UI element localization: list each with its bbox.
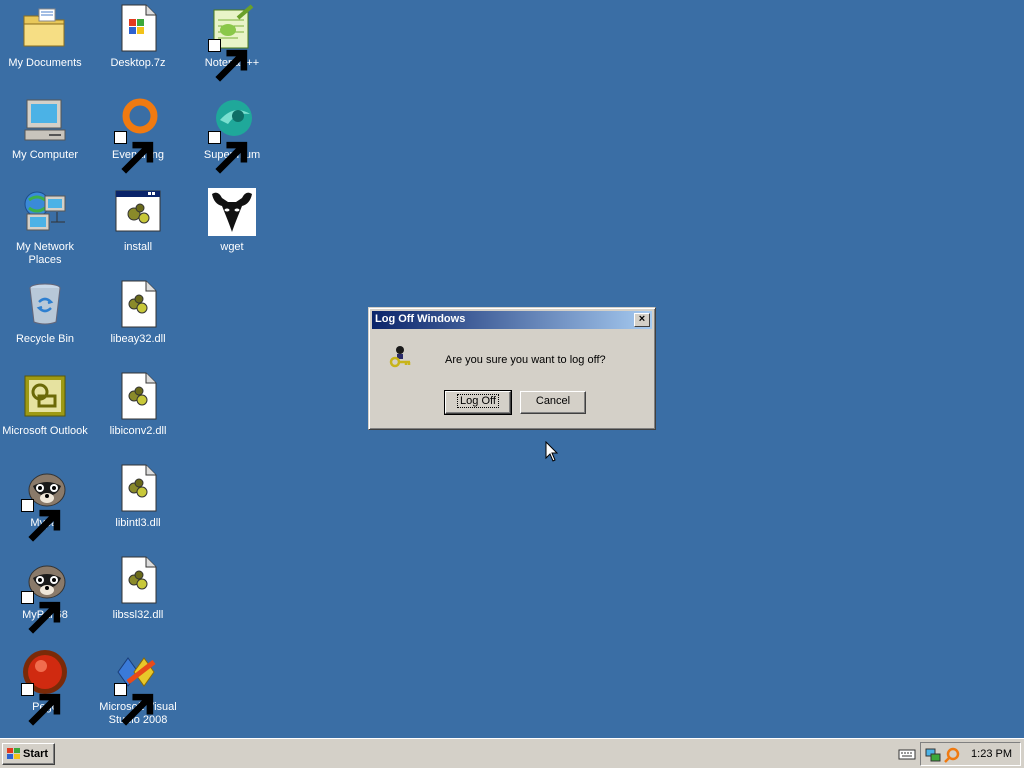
shortcut-arrow-icon <box>21 499 61 542</box>
setup-gears-icon <box>114 188 162 236</box>
windows-logo-icon <box>6 747 21 761</box>
log-off-button[interactable]: Log Off <box>444 390 512 415</box>
system-tray: 1:23 PM <box>920 742 1021 766</box>
close-button[interactable]: × <box>634 313 650 327</box>
search-tray-icon[interactable] <box>944 747 960 763</box>
mypal-raccoon-icon <box>21 464 69 542</box>
icon-label: Microsoft Outlook <box>2 425 88 437</box>
dialog-titlebar[interactable]: Log Off Windows × <box>372 311 652 329</box>
desktop-icon-visual-studio-2008[interactable]: Microsoft Visual Studio 2008 <box>92 648 184 727</box>
shortcut-arrow-icon <box>21 591 61 634</box>
desktop-icon-install[interactable]: install <box>92 188 184 254</box>
shortcut-arrow-icon <box>114 683 154 726</box>
desktop-icon-libintl3-dll[interactable]: libintl3.dll <box>92 464 184 530</box>
log-off-dialog: Log Off Windows × Are you sure you want … <box>368 307 656 430</box>
keyboard-icon[interactable] <box>898 747 916 761</box>
desktop-icon-wget[interactable]: wget <box>186 188 278 254</box>
desktop-icon-pego[interactable]: Pego <box>0 648 91 726</box>
mypal-raccoon-icon <box>21 556 69 634</box>
icon-label: libintl3.dll <box>115 517 161 529</box>
desktop-icon-recycle-bin[interactable]: Recycle Bin <box>0 280 91 346</box>
mouse-cursor-icon <box>545 440 559 463</box>
recycle-bin-icon <box>21 280 69 328</box>
dialog-title: Log Off Windows <box>375 313 466 325</box>
icon-label: wget <box>220 241 244 253</box>
dll-file-icon <box>114 280 162 328</box>
icon-label: install <box>123 241 153 253</box>
dll-file-icon <box>114 372 162 420</box>
desktop-icon-libeay32-dll[interactable]: libeay32.dll <box>92 280 184 346</box>
shortcut-arrow-icon <box>21 683 61 726</box>
desktop-icon-supermium[interactable]: Supermium <box>186 96 278 174</box>
desktop-icon-microsoft-outlook[interactable]: Microsoft Outlook <box>0 372 91 438</box>
icon-label: My Documents <box>8 57 82 69</box>
desktop-icon-mypal[interactable]: Mypal <box>0 464 91 542</box>
dll-file-icon <box>114 464 162 512</box>
shortcut-arrow-icon <box>208 39 248 82</box>
desktop-icon-notepad-plus-plus[interactable]: Notepad++ <box>186 4 278 82</box>
wget-gnu-icon <box>208 188 256 236</box>
icon-label: My Computer <box>11 149 79 161</box>
network-tray-icon[interactable] <box>925 747 941 763</box>
everything-search-icon <box>114 96 162 174</box>
file-windows-icon <box>114 4 162 52</box>
outlook-icon <box>21 372 69 420</box>
icon-label: libiconv2.dll <box>109 425 167 437</box>
desktop-icon-desktop-7z[interactable]: Desktop.7z <box>92 4 184 70</box>
shortcut-arrow-icon <box>208 131 248 174</box>
desktop-icon-my-network-places[interactable]: My Network Places <box>0 188 91 267</box>
icon-label: libssl32.dll <box>112 609 164 621</box>
cancel-button[interactable]: Cancel <box>520 391 586 414</box>
desktop-icon-libssl32-dll[interactable]: libssl32.dll <box>92 556 184 622</box>
desktop-icon-everything[interactable]: Everything <box>92 96 184 174</box>
desktop-icon-libiconv2-dll[interactable]: libiconv2.dll <box>92 372 184 438</box>
supermium-browser-icon <box>208 96 256 174</box>
desktop-icon-mypal-68[interactable]: MyPal 68 <box>0 556 91 634</box>
log-off-key-icon <box>387 344 413 370</box>
shortcut-arrow-icon <box>114 131 154 174</box>
icon-label: Recycle Bin <box>15 333 75 345</box>
start-button[interactable]: Start <box>2 743 55 765</box>
icon-label: My Network Places <box>15 241 75 266</box>
pego-icon <box>21 648 69 726</box>
clock[interactable]: 1:23 PM <box>971 748 1012 760</box>
notepad-plus-plus-icon <box>208 4 256 82</box>
folder-icon <box>21 4 69 52</box>
visual-studio-icon <box>114 648 162 726</box>
icon-label: Desktop.7z <box>110 57 166 69</box>
network-icon <box>21 188 69 236</box>
desktop-icon-my-computer[interactable]: My Computer <box>0 96 91 162</box>
computer-icon <box>21 96 69 144</box>
log-off-button-label: Log Off <box>457 394 499 408</box>
dll-file-icon <box>114 556 162 604</box>
desktop-icon-my-documents[interactable]: My Documents <box>0 4 91 70</box>
dialog-message: Are you sure you want to log off? <box>445 354 606 366</box>
start-label: Start <box>23 748 49 760</box>
icon-label: libeay32.dll <box>110 333 166 345</box>
taskbar: Start 1:23 PM <box>0 738 1024 768</box>
